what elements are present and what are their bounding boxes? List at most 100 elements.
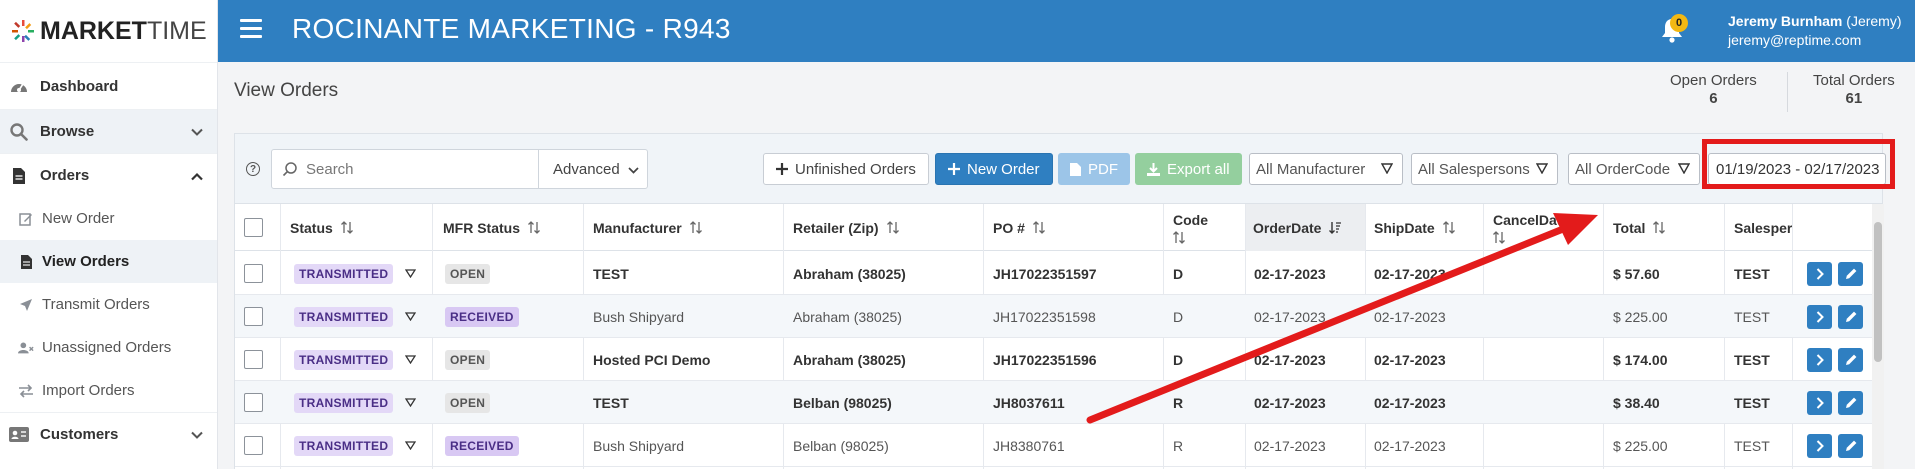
plus-icon — [776, 163, 788, 175]
row-select-cell[interactable] — [244, 338, 263, 381]
exchange-icon — [18, 383, 34, 398]
help-icon[interactable]: ? — [246, 162, 260, 176]
view-order-button[interactable] — [1807, 434, 1832, 458]
logo-mark-icon — [12, 20, 34, 42]
salesperson-filter[interactable]: All Salespersons — [1411, 153, 1558, 185]
annotation-highlight-box — [1702, 139, 1895, 189]
sidebar-item-browse[interactable]: Browse — [0, 109, 217, 153]
triangle-down-icon[interactable] — [405, 355, 417, 364]
row-checkbox[interactable] — [244, 307, 263, 326]
sort-icon — [340, 221, 353, 234]
sidebar: MARKETTIME Dashboard Browse Orders New O… — [0, 0, 218, 469]
company-title: ROCINANTE MARKETING - R943 — [292, 13, 731, 44]
advanced-search-dropdown[interactable]: Advanced — [538, 149, 648, 189]
table-row[interactable]: TRANSMITTED OPEN TEST Belban (98025) JH8… — [235, 381, 1884, 424]
retailer-cell: Abraham (38025) — [793, 351, 906, 368]
table-row[interactable]: TRANSMITTED OPEN Hosted PCI Demo Abraham… — [235, 338, 1884, 381]
manufacturer-filter-value: All Manufacturer — [1256, 160, 1366, 178]
status-badge: TRANSMITTED — [294, 349, 394, 370]
sidebar-subitem-label: Import Orders — [42, 382, 135, 399]
status-badge: TRANSMITTED — [294, 392, 394, 413]
edit-order-button[interactable] — [1838, 434, 1863, 458]
column-header-cancel-date[interactable]: CancelDate — [1493, 204, 1569, 251]
app-root: MARKETTIME Dashboard Browse Orders New O… — [0, 0, 1915, 469]
edit-order-button[interactable] — [1838, 391, 1863, 415]
sidebar-item-label: Orders — [40, 167, 90, 184]
chevron-down-icon — [628, 161, 639, 178]
pencil-icon — [1845, 311, 1856, 322]
sidebar-item-dashboard[interactable]: Dashboard — [0, 62, 217, 109]
view-order-button[interactable] — [1807, 348, 1832, 372]
column-header-salesperson[interactable]: Salesper — [1734, 204, 1792, 251]
row-checkbox[interactable] — [244, 436, 263, 455]
column-header-status[interactable]: Status — [290, 204, 353, 251]
edit-order-button[interactable] — [1838, 348, 1863, 372]
top-header: ROCINANTE MARKETING - R943 0 Jeremy Burn… — [218, 0, 1915, 62]
sidebar-subitem-new-order[interactable]: New Order — [0, 197, 217, 240]
manufacturer-filter[interactable]: All Manufacturer — [1249, 153, 1403, 185]
sidebar-item-customers[interactable]: Customers — [0, 412, 217, 456]
sidebar-subitem-view-orders[interactable]: View Orders — [0, 240, 217, 283]
column-header-ship-date[interactable]: ShipDate — [1374, 204, 1455, 251]
row-select-cell[interactable] — [244, 252, 263, 295]
menu-icon[interactable] — [240, 19, 262, 38]
scrollbar-thumb[interactable] — [1874, 222, 1882, 362]
triangle-down-icon[interactable] — [405, 269, 417, 278]
view-order-button[interactable] — [1807, 391, 1832, 415]
row-select-cell[interactable] — [244, 295, 263, 338]
row-checkbox[interactable] — [244, 393, 263, 412]
po-cell: JH8380761 — [993, 437, 1065, 454]
code-cell: R — [1173, 394, 1184, 411]
view-order-button[interactable] — [1807, 305, 1832, 329]
triangle-down-icon[interactable] — [405, 312, 417, 321]
column-header-total[interactable]: Total — [1613, 204, 1666, 251]
column-header-code[interactable]: Code — [1173, 204, 1208, 251]
unfinished-orders-button[interactable]: Unfinished Orders — [763, 153, 929, 185]
table-scrollbar[interactable] — [1872, 204, 1884, 469]
row-checkbox[interactable] — [244, 350, 263, 369]
search-input[interactable] — [306, 160, 526, 178]
column-header-manufacturer[interactable]: Manufacturer — [593, 204, 702, 251]
edit-order-button[interactable] — [1838, 262, 1863, 286]
table-row[interactable]: TRANSMITTED RECEIVED Bush Shipyard Belba… — [235, 424, 1884, 467]
search-box[interactable] — [271, 149, 545, 189]
view-order-button[interactable] — [1807, 262, 1832, 286]
column-header-order-date[interactable]: OrderDate — [1245, 204, 1365, 251]
triangle-down-icon — [1381, 163, 1393, 174]
mfr-status-cell: OPEN — [445, 252, 491, 295]
total-cell: $ 225.00 — [1613, 437, 1668, 454]
open-orders-stat: Open Orders 6 — [1670, 72, 1757, 107]
sidebar-subitem-transmit-orders[interactable]: Transmit Orders — [0, 283, 217, 326]
select-all-cell[interactable] — [244, 204, 263, 251]
file-icon — [1070, 162, 1081, 176]
user-email: jeremy@reptime.com — [1728, 32, 1862, 48]
row-select-cell[interactable] — [244, 381, 263, 424]
column-header-po[interactable]: PO # — [993, 204, 1045, 251]
sidebar-subitem-unassigned-orders[interactable]: Unassigned Orders — [0, 326, 217, 369]
triangle-down-icon[interactable] — [405, 398, 417, 407]
logo[interactable]: MARKETTIME — [0, 0, 217, 62]
new-order-button[interactable]: New Order — [935, 153, 1053, 185]
table-row[interactable]: TRANSMITTED OPEN TEST Abraham (38025) JH… — [235, 252, 1884, 295]
select-all-checkbox[interactable] — [244, 218, 263, 237]
row-checkbox[interactable] — [244, 264, 263, 283]
mfr-status-cell: OPEN — [445, 381, 491, 424]
chevron-down-icon — [191, 123, 203, 140]
document-icon — [18, 254, 34, 269]
chevron-down-icon — [191, 426, 203, 443]
pdf-button[interactable]: PDF — [1058, 153, 1130, 185]
row-select-cell[interactable] — [244, 424, 263, 467]
edit-order-button[interactable] — [1838, 305, 1863, 329]
ordercode-filter[interactable]: All OrderCode — [1568, 153, 1700, 185]
user-name[interactable]: Jeremy Burnham (Jeremy) — [1728, 13, 1902, 29]
triangle-down-icon[interactable] — [405, 441, 417, 450]
pdf-label: PDF — [1088, 160, 1118, 178]
table-row[interactable]: TRANSMITTED RECEIVED Bush Shipyard Abrah… — [235, 295, 1884, 338]
sidebar-item-orders[interactable]: Orders — [0, 153, 217, 197]
salesperson-cell: TEST — [1734, 265, 1770, 282]
column-header-mfr-status[interactable]: MFR Status — [443, 204, 540, 251]
mfr-status-badge: OPEN — [445, 263, 491, 284]
column-header-retailer[interactable]: Retailer (Zip) — [793, 204, 899, 251]
export-all-button[interactable]: Export all — [1135, 153, 1242, 185]
sidebar-subitem-import-orders[interactable]: Import Orders — [0, 369, 217, 412]
